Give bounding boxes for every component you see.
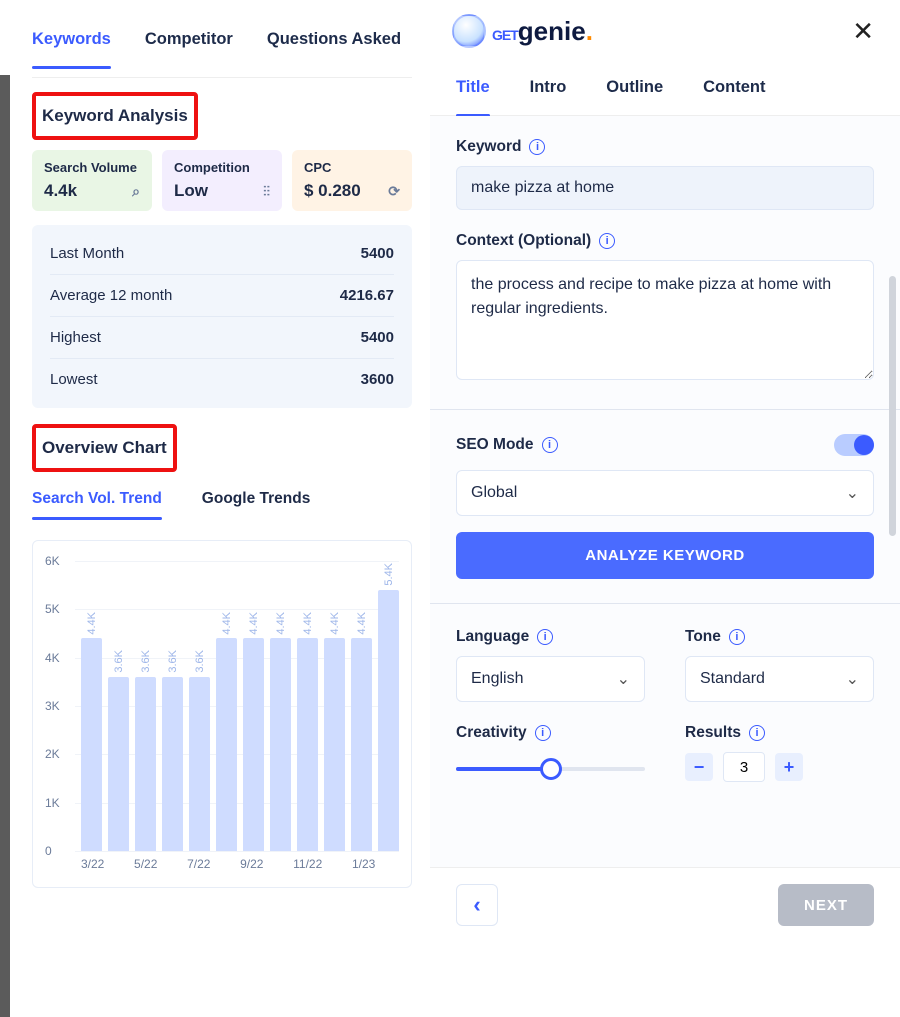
right-tabs: Title Intro Outline Content <box>430 58 900 116</box>
next-button[interactable]: NEXT <box>778 884 874 926</box>
info-icon[interactable]: i <box>542 437 558 453</box>
rtab-title[interactable]: Title <box>456 78 490 115</box>
tab-keywords[interactable]: Keywords <box>32 30 111 67</box>
info-icon[interactable]: i <box>729 629 745 645</box>
results-label: Results <box>685 724 741 742</box>
language-select[interactable]: English⌄ <box>456 656 645 702</box>
section-keyword-analysis: Keyword Analysis <box>36 96 194 136</box>
info-icon[interactable]: i <box>535 725 551 741</box>
stat-card-competition: Competition Low ⫶⫶ <box>162 150 282 211</box>
refresh-icon: ⟳ <box>388 183 400 200</box>
tone-select[interactable]: Standard⌄ <box>685 656 874 702</box>
bar-chart-icon: ⫶⫶ <box>263 183 270 200</box>
stat-competition-label: Competition <box>174 160 270 175</box>
section-overview-chart: Overview Chart <box>36 428 173 468</box>
chevron-down-icon: ⌄ <box>617 669 630 689</box>
language-label: Language <box>456 628 529 646</box>
left-panel: Keywords Competitor Questions Asked Keyw… <box>10 0 430 942</box>
rtab-outline[interactable]: Outline <box>606 78 663 115</box>
brand-logo: GETgenie. <box>452 14 593 48</box>
stat-volume-value: 4.4k <box>44 181 77 201</box>
info-icon[interactable]: i <box>599 233 615 249</box>
results-input[interactable] <box>723 752 765 782</box>
info-icon[interactable]: i <box>537 629 553 645</box>
keyword-input[interactable] <box>456 166 874 210</box>
chevron-down-icon: ⌄ <box>846 669 859 689</box>
scrollbar[interactable] <box>889 276 896 536</box>
region-select[interactable]: Global⌄ <box>456 470 874 516</box>
analyze-keyword-button[interactable]: ANALYZE KEYWORD <box>456 532 874 579</box>
right-panel: GETgenie. ✕ Title Intro Outline Content … <box>430 0 900 942</box>
subtab-google-trends[interactable]: Google Trends <box>202 490 311 520</box>
stat-cpc-label: CPC <box>304 160 400 175</box>
genie-icon <box>452 14 486 48</box>
stat-cpc-value: $ 0.280 <box>304 181 361 201</box>
keyword-label: Keyword <box>456 138 521 156</box>
rtab-content[interactable]: Content <box>703 78 765 115</box>
seo-mode-toggle[interactable] <box>834 434 874 456</box>
info-icon[interactable]: i <box>749 725 765 741</box>
seo-mode-label: SEO Mode <box>456 436 534 454</box>
left-tabs: Keywords Competitor Questions Asked <box>32 0 412 78</box>
close-icon[interactable]: ✕ <box>852 16 874 47</box>
info-icon[interactable]: i <box>529 139 545 155</box>
search-icon: ⌕ <box>132 183 140 200</box>
results-increment[interactable]: + <box>775 753 803 781</box>
tab-competitor[interactable]: Competitor <box>145 30 233 67</box>
stat-competition-value: Low <box>174 181 208 201</box>
subtab-search-trend[interactable]: Search Vol. Trend <box>32 490 162 520</box>
back-button[interactable]: ‹ <box>456 884 498 926</box>
creativity-label: Creativity <box>456 724 527 742</box>
context-label: Context (Optional) <box>456 232 591 250</box>
stat-card-cpc: CPC $ 0.280 ⟳ <box>292 150 412 211</box>
tone-label: Tone <box>685 628 721 646</box>
stat-volume-label: Search Volume <box>44 160 140 175</box>
tab-questions[interactable]: Questions Asked <box>267 30 401 67</box>
chevron-down-icon: ⌄ <box>846 483 859 503</box>
creativity-slider[interactable] <box>456 758 645 778</box>
results-decrement[interactable]: − <box>685 753 713 781</box>
bar-chart: 01K2K3K4K5K6K4.4K3.6K3.6K3.6K3.6K4.4K4.4… <box>32 540 412 888</box>
rtab-intro[interactable]: Intro <box>530 78 567 115</box>
stats-table: Last Month5400 Average 12 month4216.67 H… <box>32 225 412 408</box>
context-input[interactable] <box>456 260 874 380</box>
stat-card-volume: Search Volume 4.4k ⌕ <box>32 150 152 211</box>
